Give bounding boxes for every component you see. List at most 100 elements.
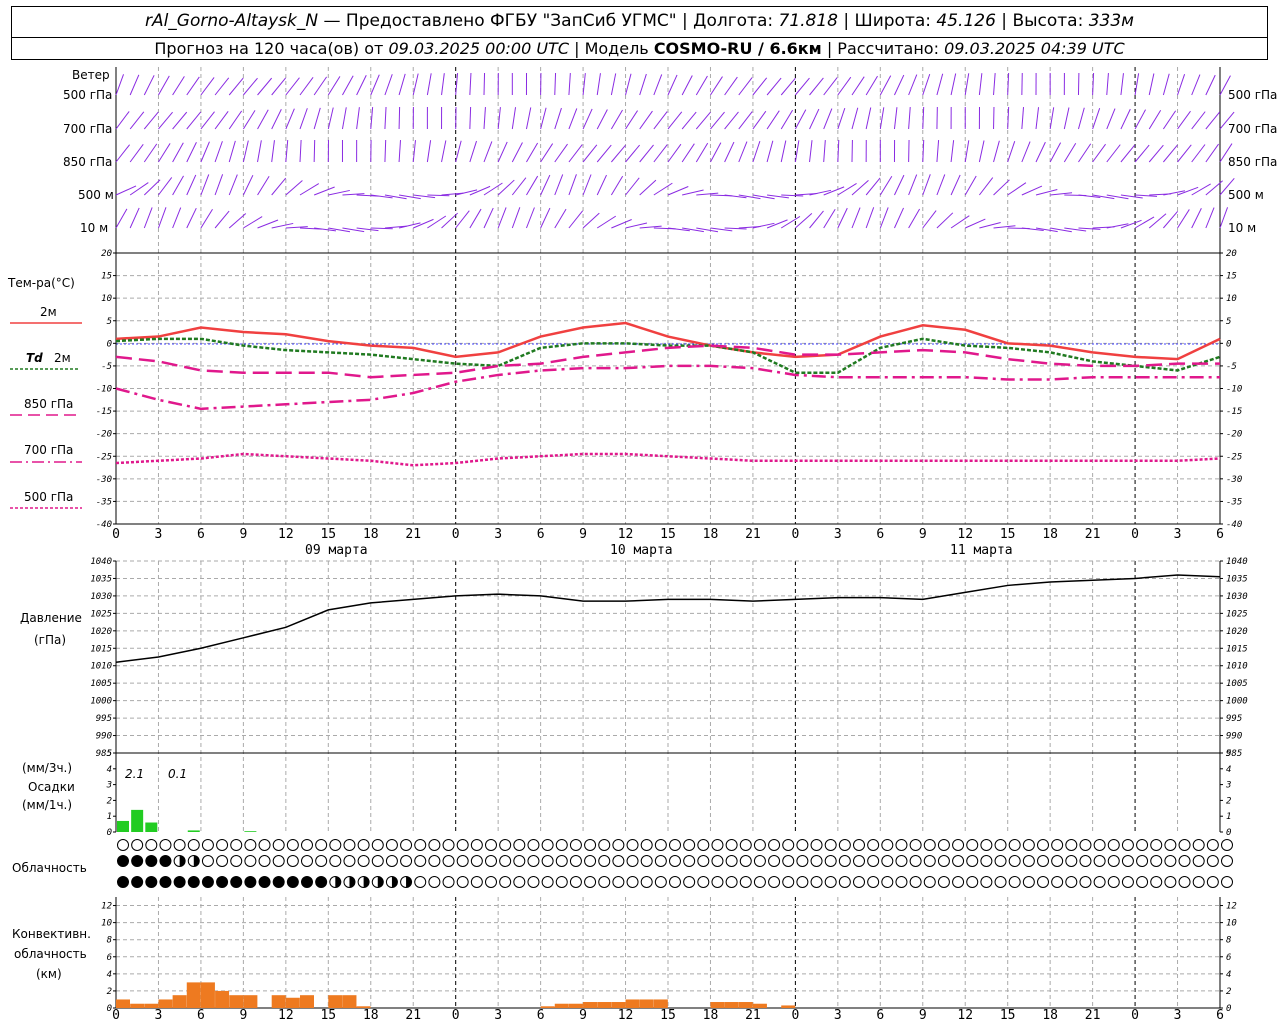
x-tick-label: 6 <box>876 527 884 542</box>
wind-barb <box>186 142 197 163</box>
cloud-symbol <box>301 855 313 867</box>
cloud-symbol <box>145 855 158 867</box>
cloud-symbol <box>329 855 342 867</box>
cloud-symbol <box>952 876 965 888</box>
cloud-symbol <box>584 839 597 851</box>
wind-barb <box>186 76 200 96</box>
cloud-symbol <box>824 855 837 867</box>
cloud-symbol <box>782 876 795 888</box>
x-tick-label: 0 <box>791 527 799 542</box>
wind-barb <box>993 179 1010 196</box>
wind-level-10m: 10 м <box>80 221 108 235</box>
wind-level-700hpa-right: 700 гПа <box>1228 122 1277 136</box>
cloud-symbol <box>725 839 738 851</box>
y-tick-label-left: -40 <box>96 520 112 530</box>
wind-barb <box>483 107 486 130</box>
wind-barb <box>1106 73 1109 96</box>
cloud-symbol <box>867 876 880 888</box>
wind-barb <box>257 176 270 196</box>
x-tick-label: 6 <box>537 1008 545 1023</box>
wind-barb <box>285 108 295 130</box>
wind-barb <box>1134 73 1140 96</box>
conv-label-2: облачность <box>14 947 87 961</box>
x-tick-label: 3 <box>834 1008 842 1023</box>
conv-bar <box>653 999 668 1008</box>
cloud-symbol <box>768 876 781 888</box>
conv-bar <box>200 982 215 1008</box>
cloud-symbol <box>1107 876 1120 888</box>
x-tick-label: 0 <box>112 1008 120 1023</box>
cloud-symbol <box>1093 876 1106 888</box>
wind-barb <box>143 143 158 163</box>
cloud-symbol <box>1221 876 1233 888</box>
y-tick-label-left: 10 <box>101 294 112 304</box>
wind-barb <box>398 73 406 96</box>
cloud-symbol <box>810 876 823 888</box>
wind-barb <box>978 73 983 96</box>
wind-barb <box>172 207 182 229</box>
wind-barb <box>412 73 419 96</box>
conv-bar <box>215 990 230 1008</box>
y-tick-label-left: -30 <box>96 475 112 485</box>
wind-barb <box>1162 73 1170 96</box>
cloud-symbol <box>442 855 455 867</box>
y-tick-label-right: -15 <box>1226 407 1242 417</box>
wind-barb <box>554 107 562 130</box>
x-tick-label: 15 <box>660 527 676 542</box>
wind-barb <box>299 140 302 163</box>
x-tick-label: 18 <box>1042 527 1058 542</box>
cloud-symbol <box>711 876 724 888</box>
cloud-symbol <box>1178 876 1191 888</box>
cloud-symbol <box>131 839 144 851</box>
cloud-symbol <box>980 839 993 851</box>
wind-barb <box>695 111 711 130</box>
cloud-symbol <box>569 855 582 867</box>
wind-barb <box>214 210 230 229</box>
cloud-symbol <box>1121 876 1134 888</box>
cloud-symbol <box>301 839 313 851</box>
wind-level-10m-right: 10 м <box>1228 221 1256 235</box>
cloud-symbol <box>201 855 214 867</box>
y-tick-label-right: 4 <box>1226 970 1231 980</box>
y-tick-label-right: -40 <box>1226 520 1242 530</box>
cloud-symbol-half <box>349 876 355 888</box>
wind-barb <box>398 106 401 130</box>
cloud-symbol <box>159 839 172 851</box>
cloud-symbol <box>909 876 922 888</box>
cloud-symbol <box>400 839 413 851</box>
cloud-symbol <box>626 855 639 867</box>
wind-barb <box>327 107 334 130</box>
cloud-symbol <box>937 876 950 888</box>
x-tick-label: 6 <box>197 1008 205 1023</box>
wind-barb <box>497 207 507 229</box>
x-tick-label: 15 <box>660 1008 676 1023</box>
wind-barb <box>823 208 836 229</box>
cloud-symbol <box>555 876 568 888</box>
cloud-symbol <box>201 839 214 851</box>
legend-td: Td <box>26 351 43 365</box>
cloud-symbol <box>1008 839 1021 851</box>
y-tick-label-right: -10 <box>1226 385 1242 395</box>
wind-barb <box>1205 207 1215 229</box>
wind-barb <box>143 179 161 196</box>
cloud-symbol <box>937 839 950 851</box>
wind-barb <box>285 180 303 196</box>
cloud-symbol <box>867 855 880 867</box>
wind-barb <box>993 73 996 96</box>
wind-barb <box>610 109 623 130</box>
y-tick-label-left: 0 <box>107 828 112 838</box>
wind-barb <box>837 207 848 229</box>
wind-barb <box>936 140 940 163</box>
cloud-symbol <box>187 839 200 851</box>
cloud-symbol <box>796 876 809 888</box>
wind-barb <box>936 212 954 229</box>
wind-barb <box>115 74 124 96</box>
cloud-symbol <box>470 839 483 851</box>
cloud-symbol <box>909 839 922 851</box>
y-tick-label-left: 15 <box>101 272 112 282</box>
conv-bar <box>158 999 173 1008</box>
y-tick-label-right: 995 <box>1226 714 1242 724</box>
cloud-symbol <box>612 876 625 888</box>
wind-barb <box>497 179 515 196</box>
cloud-symbol <box>145 839 158 851</box>
